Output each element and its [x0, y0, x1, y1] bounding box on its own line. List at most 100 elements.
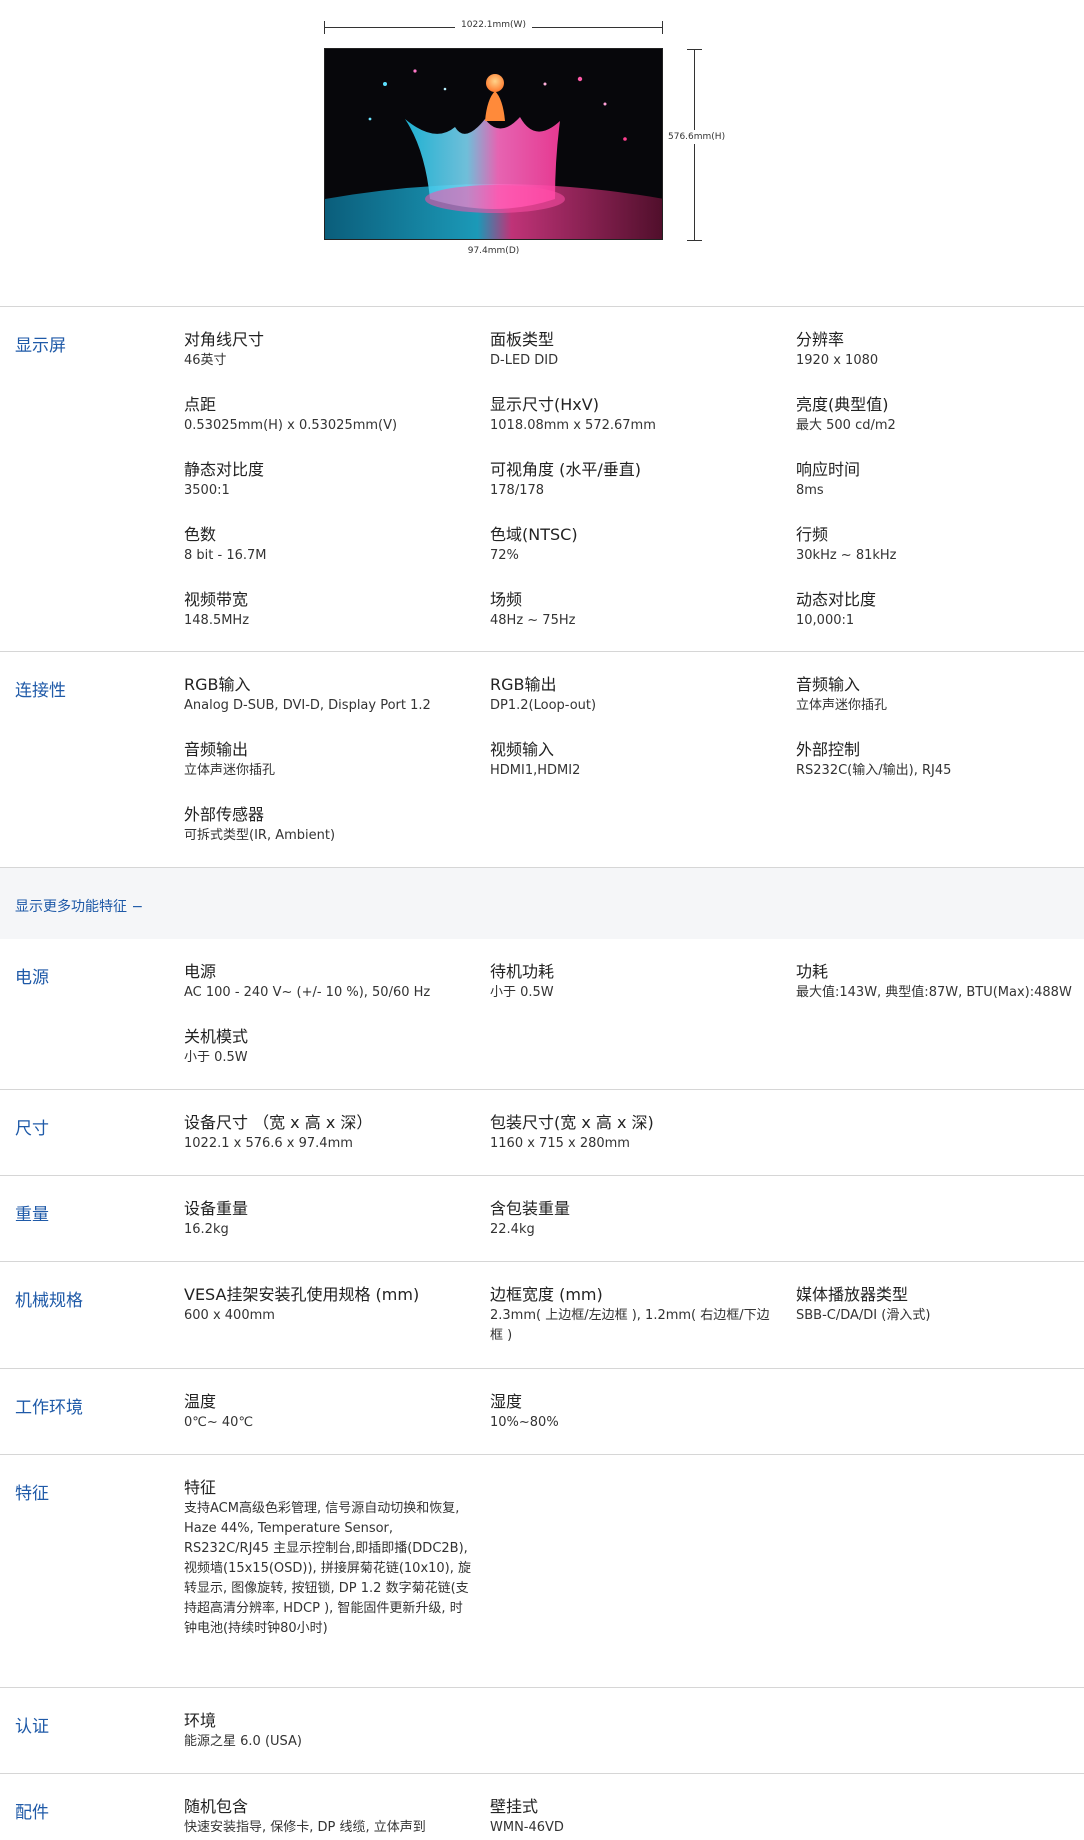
spec-label: 边框宽度 (mm) — [490, 1285, 603, 1304]
spec-item: 随机包含 快速安装指导, 保修卡, DP 线缆, 立体声到 — [184, 1796, 490, 1840]
spec-label: 功耗 — [796, 962, 829, 981]
spec-item: 静态对比度 3500:1 — [184, 459, 490, 524]
spec-label: 场频 — [490, 590, 523, 609]
spec-value: 8ms — [796, 483, 824, 498]
spec-item: 待机功耗小于 0.5W — [490, 961, 796, 1026]
spec-value: 178/178 — [490, 483, 545, 498]
section-title: 认证 — [15, 1717, 49, 1737]
spec-label: 外部控制 — [796, 740, 861, 759]
spec-item: 显示尺寸(HxV) 1018.08mm x 572.67mm — [490, 394, 796, 459]
spec-label: RGB输入 — [184, 675, 251, 694]
section-title: 机械规格 — [15, 1291, 83, 1311]
spec-value: 支持ACM高级色彩管理, 信号源自动切换和恢复, Haze 44%, Tempe… — [184, 1501, 472, 1636]
section-title: 尺寸 — [15, 1119, 49, 1139]
paint-splash-image — [325, 49, 662, 239]
spec-item: 场频 48Hz ~ 75Hz — [490, 589, 796, 654]
spec-value: 能源之星 6.0 (USA) — [184, 1734, 302, 1749]
spec-label: 电源 — [184, 962, 217, 981]
spec-label: 待机功耗 — [490, 962, 555, 981]
spec-label: 音频输入 — [796, 675, 861, 694]
spec-item: 温度 0℃~ 40℃ — [184, 1391, 490, 1456]
spec-item: 功耗最大值:143W, 典型值:87W, BTU(Max):488W — [796, 961, 1084, 1026]
spec-item: 壁挂式 WMN-46VD — [490, 1796, 796, 1840]
spec-item: 包装尺寸(宽 x 高 x 深) 1160 x 715 x 280mm — [490, 1112, 796, 1177]
spec-item: 视频带宽 148.5MHz — [184, 589, 490, 654]
show-more-features-link[interactable]: 显示更多功能特征 − — [15, 896, 143, 916]
spec-value: 10,000:1 — [796, 613, 855, 628]
section-accessories: 配件 随机包含 快速安装指导, 保修卡, DP 线缆, 立体声到 壁挂式 WMN-4… — [0, 1773, 1084, 1840]
spec-value: 600 x 400mm — [184, 1308, 275, 1323]
spec-label: 对角线尺寸 — [184, 330, 265, 349]
spec-label: 可视角度 (水平/垂直) — [490, 460, 641, 479]
spec-item: 含包装重量 22.4kg — [490, 1198, 796, 1263]
spec-value: 2.3mm( 上边框/左边框 ), 1.2mm( 右边框/下边框 ) — [490, 1308, 770, 1343]
spec-label: 动态对比度 — [796, 590, 877, 609]
spec-value: 8 bit - 16.7M — [184, 548, 267, 563]
spec-value: 0.53025mm(H) x 0.53025mm(V) — [184, 418, 398, 433]
spec-item: RGB输入 Analog D-SUB, DVI-D, Display Port 1… — [184, 674, 490, 739]
section-display: 显示屏 对角线尺寸 46英寸 面板类型 D-LED DID 分辨率 1920 x 10… — [0, 306, 1084, 651]
spec-value: 0℃~ 40℃ — [184, 1415, 254, 1430]
spec-value: 立体声迷你插孔 — [796, 698, 888, 713]
depth-label: 97.4mm(D) — [467, 246, 520, 256]
spec-label: 亮度(典型值) — [796, 395, 889, 414]
spec-value: D-LED DID — [490, 353, 559, 368]
spec-label: 设备重量 — [184, 1199, 249, 1218]
spec-label: 行频 — [796, 525, 829, 544]
spec-label: VESA挂架安装孔使用规格 (mm) — [184, 1285, 420, 1304]
spec-label: 壁挂式 — [490, 1797, 539, 1816]
spec-item: 动态对比度 10,000:1 — [796, 589, 1084, 654]
spec-value: WMN-46VD — [490, 1820, 564, 1835]
spec-value: DP1.2(Loop-out) — [490, 698, 597, 713]
section-weight: 重量 设备重量 16.2kg 含包装重量 22.4kg — [0, 1175, 1084, 1261]
spec-value: AC 100 - 240 V~ (+/- 10 %), 50/60 Hz — [184, 985, 431, 1000]
height-label: 576.6mm(H) — [668, 130, 726, 144]
section-title: 电源 — [15, 968, 49, 988]
spec-item: 设备尺寸 （宽 x 高 x 深） 1022.1 x 576.6 x 97.4mm — [184, 1112, 490, 1177]
spec-label: 静态对比度 — [184, 460, 265, 479]
section-title: 工作环境 — [15, 1398, 83, 1418]
product-image — [324, 48, 663, 240]
spec-value: 小于 0.5W — [490, 985, 554, 1000]
spec-label: 点距 — [184, 395, 217, 414]
spec-label: 媒体播放器类型 — [796, 1285, 909, 1304]
spec-label: 随机包含 — [184, 1797, 249, 1816]
spec-label: RGB输出 — [490, 675, 557, 694]
section-certification: 认证 环境 能源之星 6.0 (USA) — [0, 1687, 1084, 1773]
spec-item: 响应时间 8ms — [796, 459, 1084, 524]
spec-item: 特征支持ACM高级色彩管理, 信号源自动切换和恢复, Haze 44%, Tem… — [184, 1477, 490, 1651]
spec-value: 小于 0.5W — [184, 1050, 248, 1065]
spec-item: 点距 0.53025mm(H) x 0.53025mm(V) — [184, 394, 490, 459]
section-features: 特征 特征支持ACM高级色彩管理, 信号源自动切换和恢复, Haze 44%, … — [0, 1454, 1084, 1687]
spec-label: 视频输入 — [490, 740, 555, 759]
more-features-bar: 显示更多功能特征 − — [0, 867, 1084, 939]
spec-item: 视频输入 HDMI1,HDMI2 — [490, 739, 796, 804]
width-dimension: 1022.1mm(W) — [324, 18, 663, 38]
spec-label: 关机模式 — [184, 1027, 249, 1046]
section-mechanical: 机械规格 VESA挂架安装孔使用规格 (mm) 600 x 400mm 边框宽度 … — [0, 1261, 1084, 1368]
spec-label: 外部传感器 — [184, 805, 265, 824]
spec-label: 包装尺寸(宽 x 高 x 深) — [490, 1113, 654, 1132]
spec-item: 音频输出 立体声迷你插孔 — [184, 739, 490, 804]
spec-item: 边框宽度 (mm) 2.3mm( 上边框/左边框 ), 1.2mm( 右边框/下边… — [490, 1284, 796, 1358]
spec-value: 46英寸 — [184, 353, 227, 368]
spec-item: 环境 能源之星 6.0 (USA) — [184, 1710, 490, 1775]
section-title: 特征 — [15, 1484, 49, 1504]
spec-item: RGB输出 DP1.2(Loop-out) — [490, 674, 796, 739]
height-dimension: 576.6mm(H) — [668, 49, 735, 241]
spec-value: 最大值:143W, 典型值:87W, BTU(Max):488W — [796, 985, 1072, 1000]
spec-value: 148.5MHz — [184, 613, 250, 628]
spec-value: Analog D-SUB, DVI-D, Display Port 1.2 — [184, 698, 431, 713]
spec-value: RS232C(输入/输出), RJ45 — [796, 763, 952, 778]
section-title: 连接性 — [15, 681, 66, 701]
spec-item: 分辨率 1920 x 1080 — [796, 329, 1084, 394]
spec-label: 设备尺寸 （宽 x 高 x 深） — [184, 1113, 373, 1132]
spec-label: 特征 — [184, 1478, 217, 1497]
spec-label: 湿度 — [490, 1392, 523, 1411]
spec-item: 亮度(典型值) 最大 500 cd/m2 — [796, 394, 1084, 459]
spec-label: 色域(NTSC) — [490, 525, 578, 544]
section-power: 电源 电源 AC 100 - 240 V~ (+/- 10 %), 50/60 H… — [0, 939, 1084, 1089]
spec-value: 1022.1 x 576.6 x 97.4mm — [184, 1136, 353, 1151]
spec-label: 视频带宽 — [184, 590, 249, 609]
product-dimension-figure: 1022.1mm(W) 576.6mm(H) 97.4mm(D) — [0, 0, 1084, 306]
